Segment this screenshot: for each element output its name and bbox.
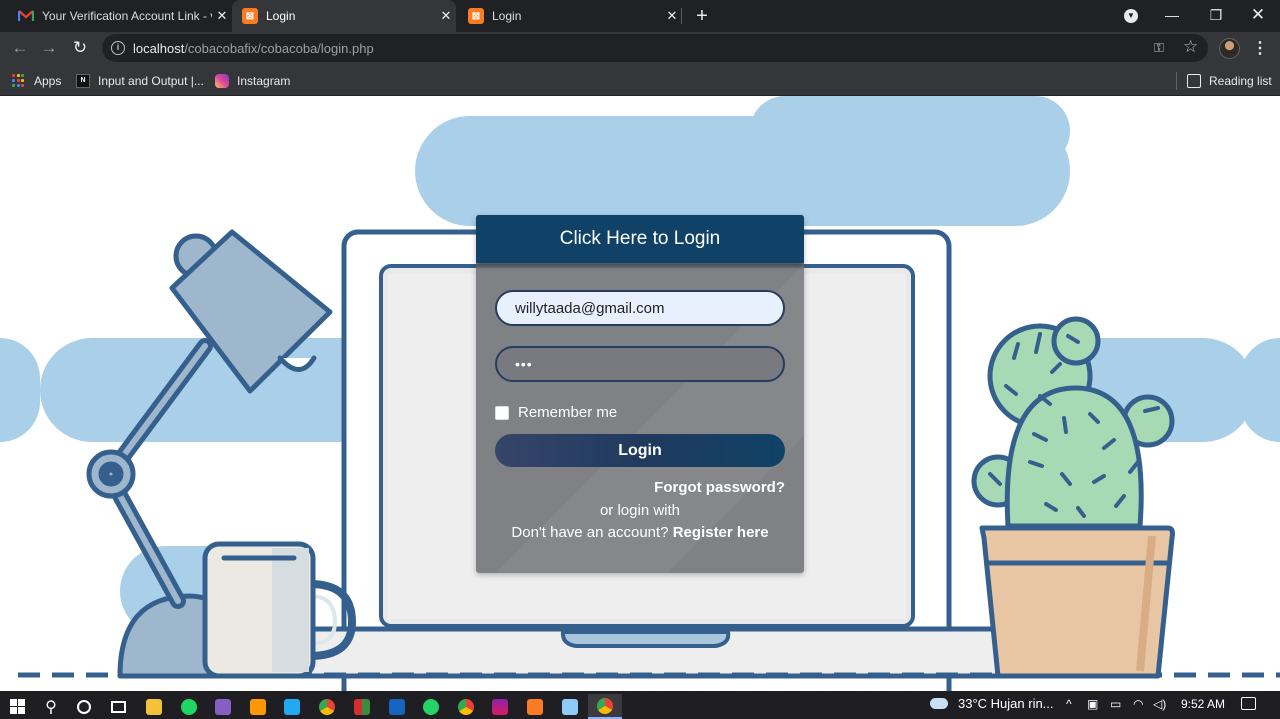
chevron-up-icon[interactable]: ^: [1066, 697, 1072, 711]
cortana-icon[interactable]: [67, 694, 101, 719]
xampp-icon: ⊠: [242, 8, 258, 24]
wifi-icon[interactable]: ◠: [1133, 697, 1143, 711]
bookmark-divider: [1176, 72, 1177, 90]
forward-arrow-icon[interactable]: →: [37, 36, 61, 60]
register-row: Don't have an account? Register here: [476, 524, 804, 541]
tab-login[interactable]: ⊠ Login ✕: [458, 0, 682, 32]
back-arrow-icon[interactable]: ←: [8, 36, 32, 60]
tab-gmail-verification[interactable]: Your Verification Account Link - v ✕: [8, 0, 232, 32]
instagram-icon: [215, 74, 229, 88]
chrome-active-icon[interactable]: [588, 694, 622, 719]
volume-icon[interactable]: ◁): [1153, 697, 1166, 711]
notepad-icon[interactable]: [553, 694, 587, 719]
reading-list-label: Reading list: [1209, 74, 1272, 88]
task-view-icon[interactable]: [101, 694, 135, 719]
login-button[interactable]: Login: [495, 434, 785, 467]
close-window-button[interactable]: ✕: [1236, 0, 1280, 32]
battery-icon[interactable]: ▭: [1110, 697, 1121, 711]
xampp-icon: ⊠: [468, 8, 484, 24]
winrar-archive-icon[interactable]: [483, 694, 517, 719]
remember-me-label: Remember me: [518, 404, 618, 421]
close-tab-icon[interactable]: ✕: [662, 8, 682, 24]
reading-list-button[interactable]: Reading list: [1187, 72, 1272, 90]
notification-icon[interactable]: [1241, 697, 1256, 710]
minimize-button[interactable]: —: [1150, 0, 1194, 32]
reading-list-icon: [1187, 74, 1201, 88]
url-host: localhost: [133, 41, 185, 56]
windows-start-icon[interactable]: [0, 694, 34, 719]
no-account-text: Don't have an account?: [511, 524, 669, 541]
url-text[interactable]: localhost/cobacobafix/cobacoba/login.php: [133, 41, 374, 56]
tab-title: Your Verification Account Link - v: [42, 9, 212, 23]
weather-widget[interactable]: 33°C Hujan rin...: [930, 696, 1054, 711]
tab-title: Login: [492, 9, 522, 23]
tab-title: Login: [266, 9, 296, 23]
tab-search-icon[interactable]: ▼: [1124, 9, 1138, 23]
clock[interactable]: 9:52 AM: [1181, 697, 1225, 711]
close-tab-icon[interactable]: ✕: [212, 8, 232, 24]
register-link[interactable]: Register here: [673, 524, 769, 541]
login-header[interactable]: Click Here to Login: [476, 215, 804, 263]
key-icon[interactable]: ⚿: [1154, 40, 1164, 56]
weather-text: 33°C Hujan rin...: [958, 696, 1054, 711]
profile-avatar[interactable]: [1219, 38, 1240, 59]
browser-toolbar: ← → ↻ i localhost/cobacobafix/cobacoba/l…: [0, 32, 1280, 65]
bookmark-star-icon[interactable]: ☆: [1183, 37, 1198, 57]
vscode-icon[interactable]: [275, 694, 309, 719]
chrome-profile-icon[interactable]: [449, 694, 483, 719]
url-path: /cobacobafix/cobacoba/login.php: [184, 41, 374, 56]
whatsapp-icon[interactable]: [414, 694, 448, 719]
info-icon[interactable]: i: [111, 41, 125, 55]
remember-me-row[interactable]: Remember me: [495, 404, 617, 421]
windows-taskbar: ⚲ 33°C Hujan rin... ^ ▣ ▭ ◠ ◁) 9:52 AM: [0, 691, 1280, 719]
bookmark-label: Input and Output |...: [98, 74, 204, 88]
bookmark-label: Instagram: [237, 74, 291, 88]
sublime-text-icon[interactable]: [241, 694, 275, 719]
page-content: Click Here to Login Remember me Login Fo…: [0, 96, 1280, 691]
xampp-icon[interactable]: [518, 694, 552, 719]
tray-app-icon[interactable]: ▣: [1087, 697, 1098, 711]
or-login-with-text: or login with: [599, 502, 681, 519]
forgot-password-link[interactable]: Forgot password?: [654, 479, 785, 496]
new-tab-button[interactable]: +: [690, 3, 714, 29]
bookmark-instagram[interactable]: Instagram: [215, 72, 290, 90]
search-icon[interactable]: ⚲: [34, 694, 68, 719]
close-tab-icon[interactable]: ✕: [436, 8, 456, 24]
chrome-icon[interactable]: [310, 694, 344, 719]
email-field[interactable]: [495, 290, 785, 326]
tab-strip: Your Verification Account Link - v ✕ ⊠ L…: [0, 0, 1280, 32]
visual-studio-icon[interactable]: [206, 694, 240, 719]
address-bar[interactable]: i localhost/cobacobafix/cobacoba/login.p…: [102, 34, 1208, 62]
bookmarks-bar: Apps N Input and Output |... Instagram R…: [0, 65, 1280, 96]
spotify-icon[interactable]: [172, 694, 206, 719]
reload-icon[interactable]: ↻: [68, 36, 92, 60]
bookmark-input-output[interactable]: N Input and Output |...: [76, 72, 204, 90]
winrar-icon[interactable]: [345, 694, 379, 719]
file-explorer-icon[interactable]: [137, 694, 171, 719]
cloud-icon: [930, 698, 948, 709]
bookmark-label: Apps: [34, 74, 62, 88]
card-gloss: [476, 215, 804, 573]
menu-dots-icon[interactable]: ⋮: [1252, 38, 1268, 58]
gmail-icon: [18, 8, 34, 24]
password-field[interactable]: [495, 346, 785, 382]
n-logo-icon: N: [76, 74, 90, 88]
bookmark-apps[interactable]: Apps: [12, 72, 61, 90]
login-card: Click Here to Login Remember me Login Fo…: [476, 215, 804, 573]
tab-login-active[interactable]: ⊠ Login ✕: [232, 0, 456, 32]
restore-button[interactable]: ❐: [1194, 0, 1238, 32]
tab-divider: [681, 8, 682, 24]
apps-grid-icon: [12, 74, 26, 88]
filezilla-icon[interactable]: [380, 694, 414, 719]
remember-me-checkbox[interactable]: [495, 405, 509, 420]
